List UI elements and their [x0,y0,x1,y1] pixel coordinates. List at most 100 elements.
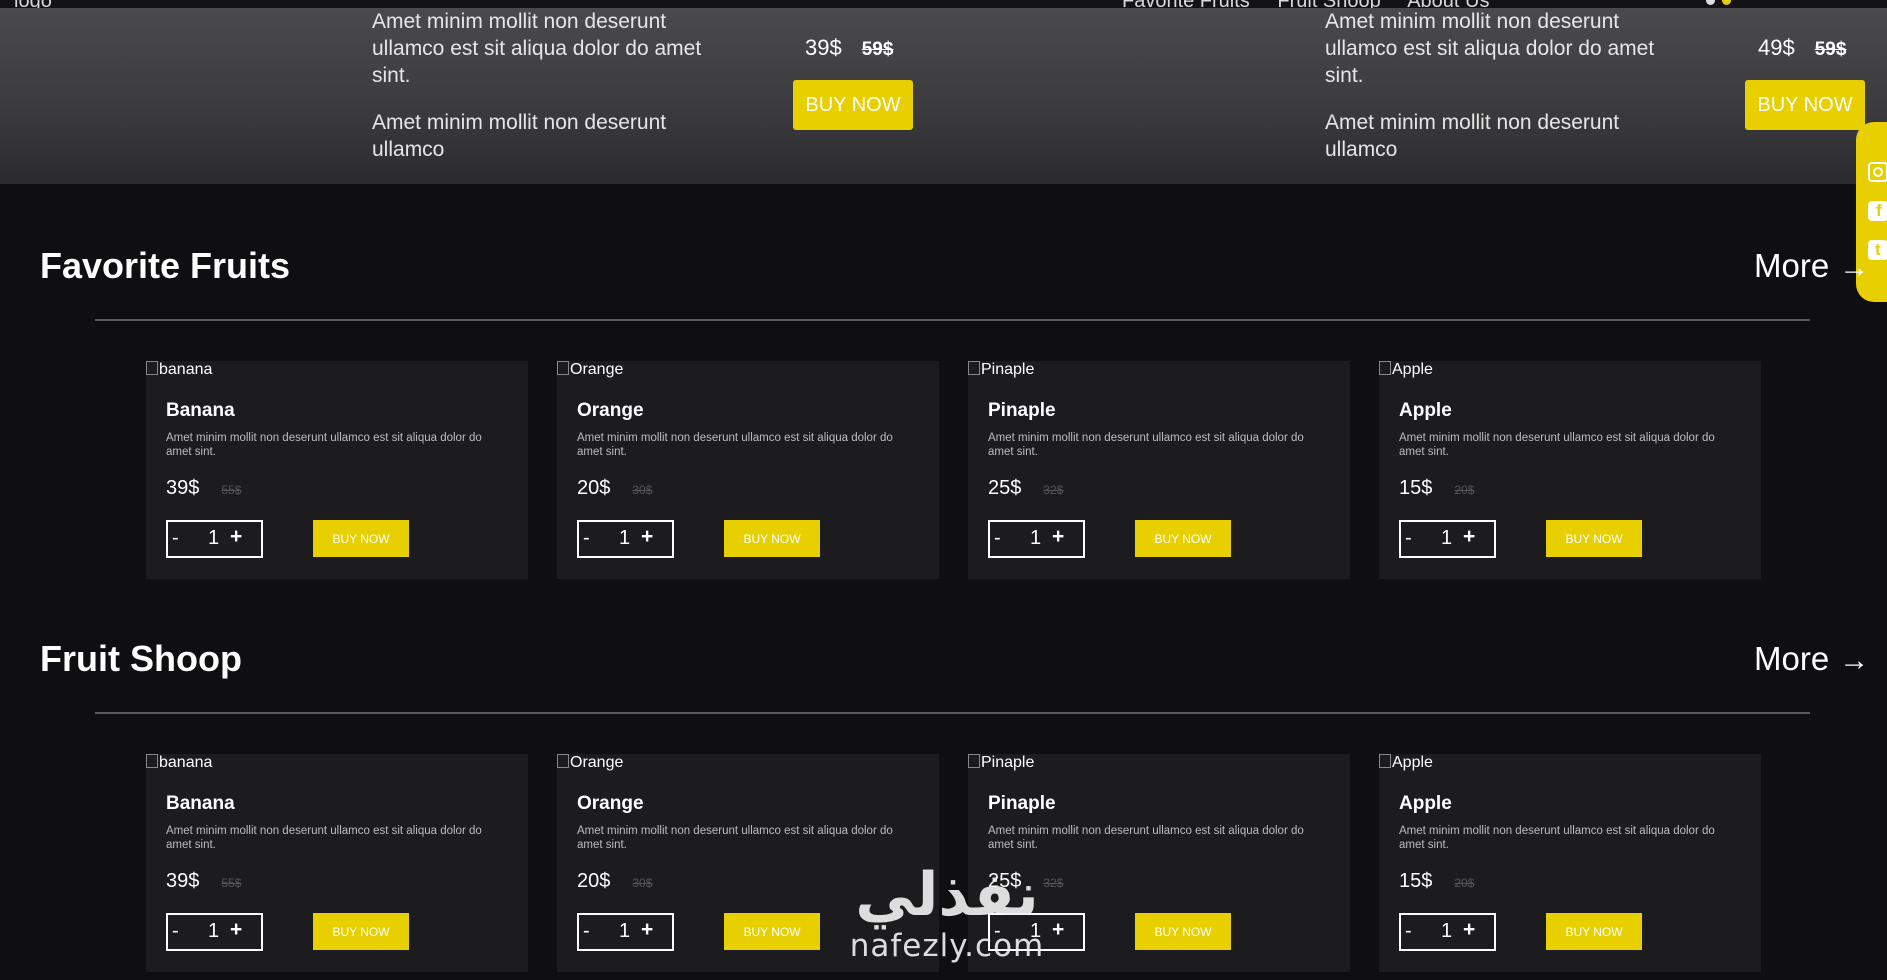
current-price: 25$ [988,477,1022,499]
product-description: Amet minim mollit non deserunt ullamco e… [166,432,482,458]
product-name: Apple [1399,793,1452,814]
decrease-button[interactable]: - [172,920,179,943]
buy-now-button[interactable]: BUY NOW [1135,520,1231,557]
old-price: 32$ [1043,483,1064,497]
hero-current-price: 39$ [805,35,842,60]
user-icon[interactable] [1706,0,1715,5]
increase-button[interactable]: + [230,918,242,942]
quantity-stepper: - 1 + [577,913,674,951]
decrease-button[interactable]: - [583,527,590,550]
buy-now-button[interactable]: BUY NOW [724,520,820,557]
increase-button[interactable]: + [230,525,242,549]
product-name: Pinaple [988,793,1056,814]
product-price: 20$ 30$ [577,870,652,893]
hero-buy-now-button[interactable]: BUY NOW [793,80,913,130]
buy-now-button[interactable]: BUY NOW [313,520,409,557]
current-price: 39$ [166,870,200,892]
old-price: 20$ [1454,876,1475,890]
decrease-button[interactable]: - [172,527,179,550]
quantity-stepper: - 1 + [1399,913,1496,951]
increase-button[interactable]: + [1052,525,1064,549]
quantity-stepper: - 1 + [577,520,674,558]
watermark: نفذلي nafezly.com [832,862,1062,964]
arrow-right-icon: → [1839,251,1870,284]
old-price: 30$ [632,876,653,890]
product-name: Apple [1399,400,1452,421]
buy-now-button[interactable]: BUY NOW [313,913,409,950]
watermark-arabic: نفذلي [855,860,1039,930]
hero-text-2: Amet minim mollit non deserunt ullamco [372,111,667,161]
quantity-value: 1 [208,527,220,549]
product-card: Apple Apple Amet minim mollit non deseru… [1379,754,1761,972]
product-name: Pinaple [988,400,1056,421]
product-price: 15$ 20$ [1399,870,1474,893]
product-description: Amet minim mollit non deserunt ullamco e… [166,825,482,851]
facebook-icon[interactable] [1868,201,1887,221]
product-price: 39$ 55$ [166,477,241,500]
section-title: Favorite Fruits [40,245,291,286]
quantity-stepper: - 1 + [166,520,263,558]
quantity-value: 1 [619,527,631,549]
watermark-latin: nafezly.com [849,928,1045,964]
hero-price: 49$ 59$ [1758,35,1846,61]
increase-button[interactable]: + [641,918,653,942]
product-description: Amet minim mollit non deserunt ullamco e… [988,825,1304,851]
product-description: Amet minim mollit non deserunt ullamco e… [988,432,1304,458]
quantity-value: 1 [1030,527,1042,549]
hero-old-price: 59$ [1814,39,1847,60]
product-name: Banana [166,400,235,421]
quantity-value: 1 [1441,920,1453,942]
twitter-icon[interactable] [1868,240,1887,260]
quantity-stepper: - 1 + [166,913,263,951]
section-title: Fruit Shoop [40,638,242,679]
buy-now-button[interactable]: BUY NOW [1546,520,1642,557]
product-description: Amet minim mollit non deserunt ullamco e… [1399,825,1715,851]
section-divider [95,712,1810,714]
current-price: 15$ [1399,870,1433,892]
cart-badge-icon[interactable] [1722,0,1731,5]
more-label: More [1754,247,1830,284]
more-link[interactable]: More → [1754,247,1869,285]
product-image: banana [146,754,212,772]
product-description: Amet minim mollit non deserunt ullamco e… [577,432,893,458]
hero-price: 39$ 59$ [805,35,893,61]
increase-button[interactable]: + [1463,525,1475,549]
increase-button[interactable]: + [1463,918,1475,942]
quantity-stepper: - 1 + [988,520,1085,558]
quantity-value: 1 [208,920,220,942]
product-price: 39$ 55$ [166,870,241,893]
hero-buy-now-button[interactable]: BUY NOW [1745,80,1865,130]
product-name: Orange [577,400,644,421]
hero-text-1: Amet minim mollit non deserunt ullamco e… [372,10,702,87]
product-price: 15$ 20$ [1399,477,1474,500]
decrease-button[interactable]: - [583,920,590,943]
quantity-value: 1 [1441,527,1453,549]
current-price: 39$ [166,477,200,499]
current-price: 20$ [577,870,611,892]
buy-now-button[interactable]: BUY NOW [724,913,820,950]
hero-description: Amet minim mollit non deserunt ullamco e… [372,8,702,183]
section-divider [95,319,1810,321]
product-name: Orange [577,793,644,814]
old-price: 30$ [632,483,653,497]
product-image: Apple [1379,754,1433,772]
product-description: Amet minim mollit non deserunt ullamco e… [577,825,893,851]
product-image: Orange [557,754,623,772]
decrease-button[interactable]: - [1405,920,1412,943]
buy-now-button[interactable]: BUY NOW [1135,913,1231,950]
hero-old-price: 59$ [861,39,894,60]
decrease-button[interactable]: - [994,527,1001,550]
product-card: banana Banana Amet minim mollit non dese… [146,361,528,579]
decrease-button[interactable]: - [1405,527,1412,550]
hero-description: Amet minim mollit non deserunt ullamco e… [1325,8,1655,183]
old-price: 20$ [1454,483,1475,497]
hero-text-2: Amet minim mollit non deserunt ullamco [1325,111,1620,161]
product-name: Banana [166,793,235,814]
increase-button[interactable]: + [641,525,653,549]
buy-now-button[interactable]: BUY NOW [1546,913,1642,950]
more-label: More [1754,640,1830,677]
more-link[interactable]: More → [1754,640,1869,678]
product-image: Apple [1379,361,1433,379]
instagram-icon[interactable] [1868,162,1887,182]
old-price: 55$ [221,876,242,890]
